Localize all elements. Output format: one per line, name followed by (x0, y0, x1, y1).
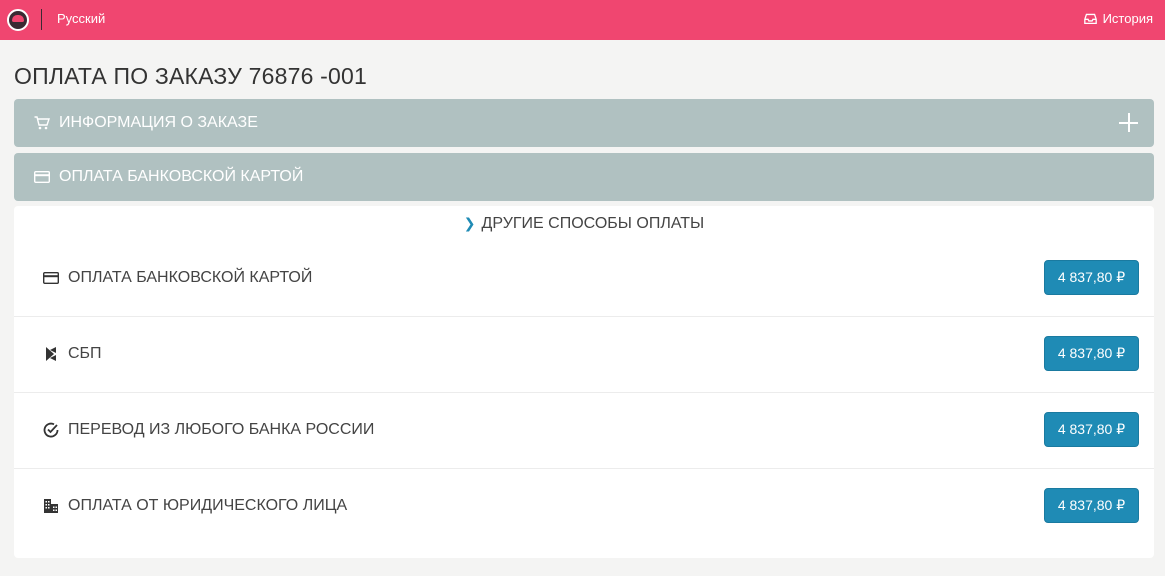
other-methods-toggle[interactable]: ❯ ДРУГИЕ СПОСОБЫ ОПЛАТЫ (14, 215, 1154, 233)
order-info-section[interactable]: ИНФОРМАЦИЯ О ЗАКАЗЕ (14, 99, 1154, 147)
cart-icon (34, 116, 50, 130)
payment-method-label: ПЕРЕВОД ИЗ ЛЮБОГО БАНКА РОССИИ (68, 421, 375, 438)
pay-button[interactable]: 4 837,80 ₽ (1044, 488, 1139, 523)
pay-button[interactable]: 4 837,80 ₽ (1044, 336, 1139, 371)
top-bar: Русский История (0, 0, 1165, 40)
payment-method-sbp[interactable]: СБП 4 837,80 ₽ (14, 317, 1154, 393)
credit-card-icon (43, 272, 59, 284)
header-divider (41, 9, 42, 30)
plus-icon[interactable] (1119, 113, 1138, 132)
payment-method-label: СБП (68, 345, 102, 362)
payment-method-card[interactable]: ОПЛАТА БАНКОВСКОЙ КАРТОЙ 4 837,80 ₽ (14, 241, 1154, 317)
check-circle-icon (43, 422, 59, 438)
pay-button[interactable]: 4 837,80 ₽ (1044, 260, 1139, 295)
pay-button[interactable]: 4 837,80 ₽ (1044, 412, 1139, 447)
card-payment-section[interactable]: ОПЛАТА БАНКОВСКОЙ КАРТОЙ (14, 153, 1154, 201)
card-payment-label: ОПЛАТА БАНКОВСКОЙ КАРТОЙ (59, 168, 304, 185)
credit-card-icon (34, 171, 50, 183)
history-label: История (1102, 11, 1153, 26)
payment-method-bank-transfer[interactable]: ПЕРЕВОД ИЗ ЛЮБОГО БАНКА РОССИИ 4 837,80 … (14, 393, 1154, 469)
chevron-right-icon: ❯ (463, 215, 476, 231)
payment-method-legal-entity[interactable]: ОПЛАТА ОТ ЮРИДИЧЕСКОГО ЛИЦА 4 837,80 ₽ (14, 469, 1154, 545)
inbox-icon (1083, 13, 1097, 25)
sbp-icon (46, 347, 56, 361)
building-icon (44, 499, 58, 513)
history-link[interactable]: История (1083, 11, 1153, 26)
payment-methods-panel: ❯ ДРУГИЕ СПОСОБЫ ОПЛАТЫ ОПЛАТА БАНКОВСКОЙ… (14, 206, 1154, 558)
language-selector[interactable]: Русский (57, 11, 105, 26)
payment-method-label: ОПЛАТА ОТ ЮРИДИЧЕСКОГО ЛИЦА (68, 497, 348, 514)
order-info-label: ИНФОРМАЦИЯ О ЗАКАЗЕ (59, 114, 258, 131)
page-title: ОПЛАТА ПО ЗАКАЗУ 76876 -001 (14, 63, 368, 89)
other-methods-label: ДРУГИЕ СПОСОБЫ ОПЛАТЫ (481, 215, 705, 232)
restaurant-logo-icon[interactable] (7, 9, 29, 31)
payment-method-label: ОПЛАТА БАНКОВСКОЙ КАРТОЙ (68, 269, 313, 286)
